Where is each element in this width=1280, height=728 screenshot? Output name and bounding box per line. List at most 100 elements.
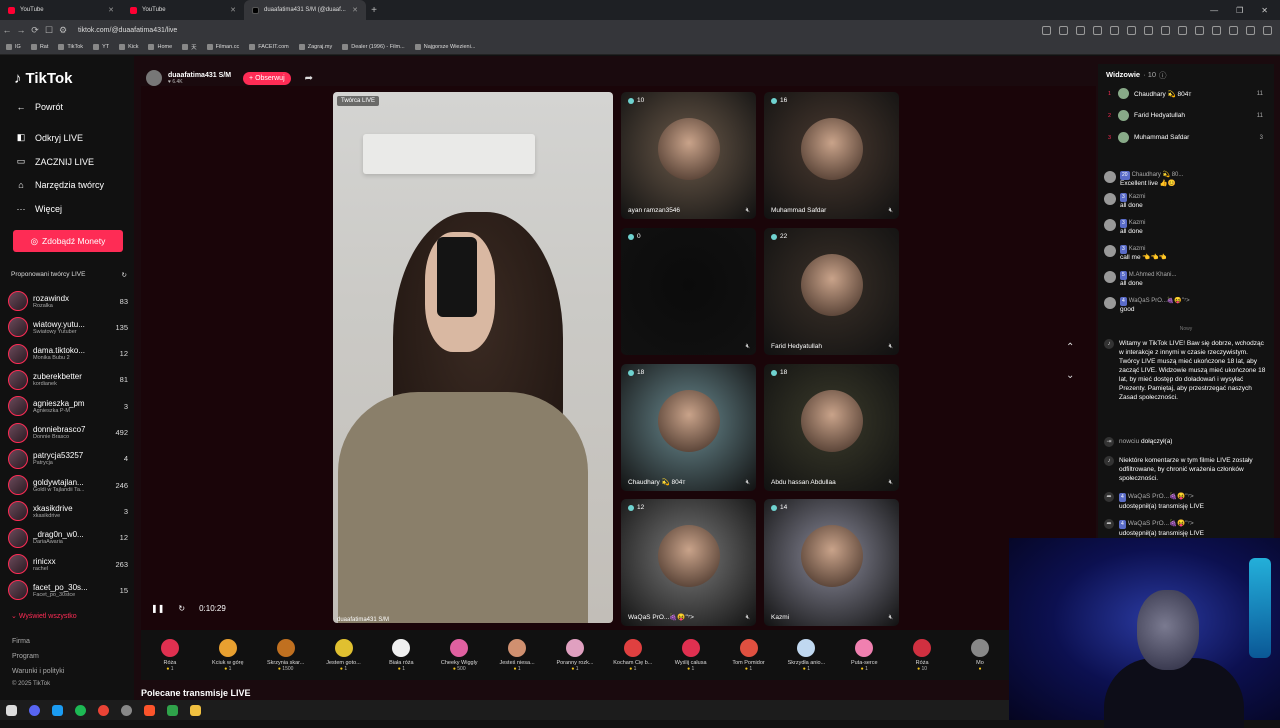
refresh-video-icon[interactable]: ↻: [178, 604, 185, 613]
extension-icon[interactable]: [1195, 25, 1204, 35]
gift-item[interactable]: Biała róża ● 1: [372, 638, 430, 672]
get-coins-button[interactable]: ◎ Zdobądź Monety: [13, 230, 123, 252]
extension-icon[interactable]: [1093, 25, 1102, 35]
app-icon[interactable]: [190, 704, 201, 716]
avatar[interactable]: [1104, 219, 1116, 231]
tiktok-logo[interactable]: ♪ TikTok: [14, 70, 72, 87]
browser-tab[interactable]: YouTube ✕: [0, 0, 122, 20]
suggested-creator[interactable]: wiatowy.yutu... Światowy Yutuber 135: [8, 315, 128, 339]
chat-username[interactable]: Chaudhary 💫 80...: [1132, 172, 1184, 178]
browser-tab[interactable]: YouTube ✕: [122, 0, 244, 20]
spotify-icon[interactable]: [75, 704, 86, 716]
close-icon[interactable]: ✕: [230, 6, 236, 14]
suggested-creator[interactable]: rozawindx Rozalka 83: [8, 289, 128, 313]
chat-username[interactable]: M.Ahmed Khani...: [1129, 272, 1177, 278]
guest-tile[interactable]: 18 Chaudhary 💫 804т 🔇︎: [621, 364, 756, 491]
bookmark-item[interactable]: Filman.cc: [206, 44, 239, 50]
new-tab-button[interactable]: +: [366, 5, 382, 16]
show-all-link[interactable]: ⌄ Wyświetl wszystko: [11, 612, 77, 620]
suggested-creator[interactable]: patrycja53257 Patrycja 4: [8, 447, 128, 471]
extension-icon[interactable]: [1144, 25, 1153, 35]
bookmark-item[interactable]: Zagraj.my: [298, 44, 332, 50]
main-video[interactable]: Twórca LIVE duaafatima431 S/M: [333, 92, 613, 623]
extension-icon[interactable]: [1212, 25, 1221, 35]
refresh-icon[interactable]: ↻: [122, 271, 127, 279]
extension-icon[interactable]: [1263, 25, 1272, 35]
gift-item[interactable]: Kocham Cię b... ● 1: [604, 638, 662, 672]
guest-tile[interactable]: 22 Farid Hedyatullah 🔇︎: [764, 228, 899, 355]
extension-icon[interactable]: [1110, 25, 1119, 35]
chrome-icon[interactable]: [98, 704, 109, 716]
extension-icon[interactable]: [1246, 25, 1255, 35]
suggested-creator[interactable]: xkasikdrive xkasikdrive 3: [8, 499, 128, 523]
suggested-creator[interactable]: zuberekbetter kordianek 81: [8, 368, 128, 392]
guest-tile[interactable]: 16 Muhammad Safdar 🔇︎: [764, 92, 899, 219]
avatar[interactable]: [1104, 245, 1116, 257]
nav-creator-tools[interactable]: ⌂ Narzędzia twórcy: [16, 180, 104, 190]
pause-icon[interactable]: ❚❚: [151, 604, 164, 613]
top-viewer-row[interactable]: 3 Muhammad Safdar 3: [1108, 132, 1263, 143]
minimize-icon[interactable]: —: [1210, 6, 1218, 15]
nav-go-live[interactable]: ▭ ZACZNIJ LIVE: [16, 156, 94, 167]
guest-tile[interactable]: 14 Kazmi 🔇︎: [764, 499, 899, 626]
url-field[interactable]: tiktok.com/@duaafatima431/live: [78, 27, 177, 34]
footer-program[interactable]: Program: [12, 653, 39, 660]
guest-tile[interactable]: 10 ayan ramzan3546 🔇︎: [621, 92, 756, 219]
bookmark-item[interactable]: Home: [148, 44, 172, 50]
gift-item[interactable]: Poranny rozk... ● 1: [546, 638, 604, 672]
chat-username[interactable]: Kazmi: [1129, 194, 1146, 200]
nav-more[interactable]: ··· Więcej: [16, 204, 63, 214]
maximize-icon[interactable]: ❐: [1236, 6, 1243, 15]
app-icon[interactable]: [167, 704, 178, 716]
follow-button[interactable]: + Obserwuj: [243, 71, 291, 85]
forward-icon[interactable]: →: [14, 25, 28, 35]
footer-company[interactable]: Firma: [12, 638, 30, 645]
browser-tab-active[interactable]: duaafatima431 S/M (@duaaf... ✕: [244, 0, 366, 20]
avatar[interactable]: [1104, 271, 1116, 283]
chat-username[interactable]: WaQaS PrO...🍇😝"⁷>: [1129, 298, 1190, 304]
bookmark-item[interactable]: Kick: [119, 44, 138, 50]
obs-icon[interactable]: [121, 704, 132, 716]
gift-item[interactable]: Wyślij całusa ● 1: [662, 638, 720, 672]
close-window-icon[interactable]: ✕: [1261, 6, 1268, 15]
extension-icon[interactable]: [1059, 25, 1068, 35]
viewers-header[interactable]: Widzowie · 10 ⓘ: [1106, 70, 1167, 81]
guest-tile[interactable]: 18 Abdu hassan Abdullaa 🔇︎: [764, 364, 899, 491]
suggested-creator[interactable]: agnieszka_pm Agnieszka P-M 3: [8, 394, 128, 418]
share-icon[interactable]: ➦: [305, 73, 313, 84]
app-icon[interactable]: [52, 704, 63, 716]
extension-icon[interactable]: [1178, 25, 1187, 35]
suggested-creator[interactable]: dama.tiktoko... Monika Bubu 2 12: [8, 342, 128, 366]
guest-tile[interactable]: 0 🔇︎: [621, 228, 756, 355]
bookmark-item[interactable]: Dealer (1996) - Film...: [342, 44, 405, 50]
gift-item[interactable]: Jestem goto... ● 1: [315, 638, 373, 672]
gift-item[interactable]: Skrzydła anio... ● 1: [777, 638, 835, 672]
windows-start-icon[interactable]: [6, 704, 17, 716]
reload-icon[interactable]: ⟳: [28, 25, 42, 36]
top-viewer-row[interactable]: 1 Chaudhary 💫 804т 11: [1108, 88, 1263, 99]
suggested-creator[interactable]: _drag0n_w0... DariaAwaria 12: [8, 526, 128, 550]
gift-item[interactable]: Jesteś niesa... ● 1: [488, 638, 546, 672]
guest-tile[interactable]: 12 WaQaS PrO...🍇😝"⁷> 🔇︎: [621, 499, 756, 626]
chevron-up-icon[interactable]: ⌃: [1066, 334, 1074, 362]
suggested-creator[interactable]: goldywtajlan... Goldi w Tajlandii Ta... 24…: [8, 473, 128, 497]
bookmark-item[interactable]: TikTok: [58, 44, 83, 50]
gift-item[interactable]: Skrzynia skar... ● 1500: [257, 638, 315, 672]
bookmark-item[interactable]: 天: [182, 43, 197, 51]
extension-icon[interactable]: [1161, 25, 1170, 35]
info-icon[interactable]: ⓘ: [1159, 70, 1167, 81]
avatar[interactable]: [1104, 297, 1116, 309]
bookmark-icon[interactable]: ☐: [42, 25, 56, 36]
suggested-creator[interactable]: donniebrasco7 Donnie Brasco 492: [8, 421, 128, 445]
nav-discover-live[interactable]: ◧ Odkryj LIVE: [16, 132, 83, 143]
bookmark-item[interactable]: Rat: [30, 44, 48, 50]
footer-terms[interactable]: Warunki i polityki: [12, 668, 64, 675]
gift-item[interactable]: Kciuk w górę ● 1: [199, 638, 257, 672]
gift-item[interactable]: Puta-serce ● 1: [835, 638, 893, 672]
bookmark-item[interactable]: FACEIT.com: [249, 44, 289, 50]
host-name[interactable]: duaafatima431 S/M: [168, 72, 231, 79]
suggested-creator[interactable]: facet_po_30s... Facet_po_30stce 15: [8, 578, 128, 602]
gift-item[interactable]: Cheeky Wiggly ● 500: [430, 638, 488, 672]
top-viewer-row[interactable]: 2 Farid Hedyatullah 11: [1108, 110, 1263, 121]
gift-item[interactable]: Róża ● 10: [893, 638, 951, 672]
